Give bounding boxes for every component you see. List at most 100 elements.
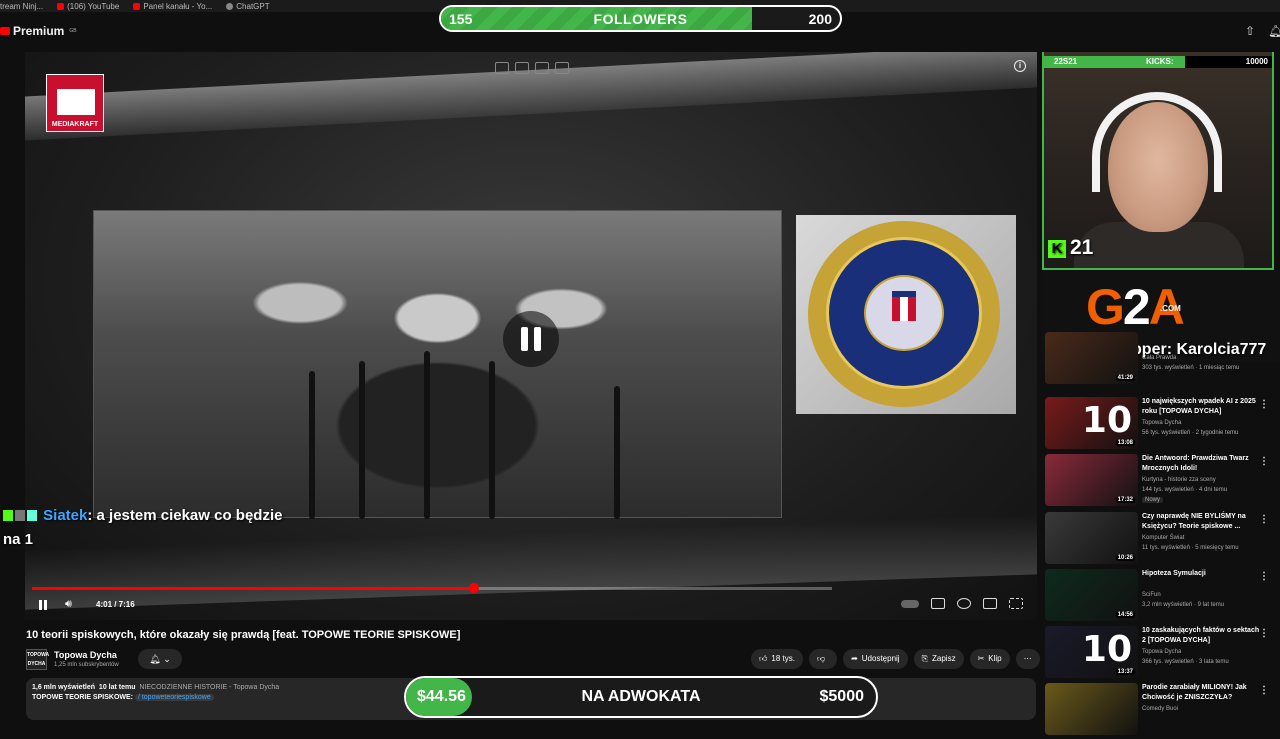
video-thumbnail[interactable] (1045, 683, 1138, 735)
video-thumbnail[interactable]: 41:29 (1045, 332, 1138, 384)
recommendation-item[interactable]: 41:29 Cała Prawda 303 tys. wyświetleń · 1 … (1045, 332, 1280, 388)
video-title[interactable]: 10 największych wpadek AI z 2025 roku [T… (1142, 397, 1264, 417)
player-top-icons (495, 62, 569, 74)
gg-badge-icon (27, 510, 37, 521)
mediakraft-logo: MEDIAKRAFT (46, 74, 104, 132)
thumbs-up-icon: 👍︎ (759, 654, 768, 663)
bookmark-youtube[interactable]: (106) YouTube (57, 2, 119, 11)
channel-name[interactable]: Cała Prawda (1142, 355, 1176, 361)
kick-viewer-count: K 21 (1048, 236, 1093, 260)
video-title[interactable]: Parodie zarabiały MILIONY! Jak Chciwość … (1142, 683, 1264, 703)
youtube-icon (57, 2, 65, 10)
dislike-button[interactable]: 👎︎ (808, 649, 838, 669)
save-button[interactable]: ⎘ Zapisz (913, 649, 964, 669)
time-display: 4:01 / 7:16 (96, 600, 135, 609)
settings-gear-icon[interactable] (957, 598, 971, 609)
more-options-icon[interactable]: ⋮ (1259, 456, 1269, 467)
seal-shield (892, 291, 916, 321)
video-thumbnail[interactable]: 17:32 (1045, 454, 1138, 506)
video-title[interactable]: Hipoteza Symulacji (1142, 569, 1264, 579)
theater-mode-icon[interactable] (983, 598, 997, 609)
recommendation-item[interactable]: 10:26 Czy naprawdę NIE BYLIŚMY na Księżyc… (1045, 512, 1280, 568)
video-duration: 10:26 (1115, 555, 1135, 561)
info-icon[interactable]: i (1014, 60, 1026, 72)
channel-name[interactable]: Kurtyna - historie zza sceny (1142, 477, 1216, 483)
pause-overlay-icon[interactable] (503, 311, 559, 367)
bookmark-channel-panel[interactable]: Panel kanału - Yo... (133, 2, 212, 11)
more-options-icon[interactable]: ⋮ (1259, 571, 1269, 582)
g2a-logo: G2A .COM (1086, 279, 1185, 335)
player-controls-right (901, 598, 1023, 609)
microphone (309, 371, 315, 519)
video-actions: 👍︎ 18 tys. 👎︎ ➦ Udostępnij ⎘ Zapisz ✂ Klip ⋯ (751, 649, 1040, 669)
more-options-icon[interactable]: ⋮ (1259, 514, 1269, 525)
video-meta: 366 tys. wyświetleń · 3 lata temu (1142, 659, 1229, 665)
fullscreen-icon[interactable] (1009, 598, 1023, 609)
sword-badge-icon (15, 510, 25, 521)
new-badge: Nowy (1142, 497, 1164, 503)
channel-name[interactable]: Comedy Buoi (1142, 706, 1178, 712)
channel-name[interactable]: SciFun (1142, 592, 1161, 598)
more-options-icon[interactable]: ⋮ (1259, 685, 1269, 696)
pause-button[interactable] (38, 600, 48, 610)
clip-button[interactable]: ✂ Klip (969, 649, 1010, 669)
followers-target: 200 (808, 11, 832, 27)
upload-icon[interactable]: ⇧ (1243, 24, 1257, 38)
bookmark-label: tream Ninj... (0, 1, 44, 11)
video-thumbnail[interactable]: 10:26 (1045, 512, 1138, 564)
youtube-premium-logo[interactable]: Premium GB (0, 24, 77, 38)
miniplayer-icon[interactable] (495, 62, 509, 74)
youtube-logo-icon (0, 27, 10, 35)
kicks-goal-bar: 22S21 KICKS: 10000 (1044, 56, 1272, 68)
notification-bell-button[interactable]: 🔔︎ ⌄ (138, 649, 182, 669)
bookmark-label: (106) YouTube (67, 1, 120, 11)
next-icon[interactable] (535, 62, 549, 74)
video-title[interactable]: 10 zaskakujących faktów o sektach 2 [TOP… (1142, 626, 1264, 646)
channel-name[interactable]: Topowa Dycha (1142, 420, 1181, 426)
bookmark-label: ChatGPT (236, 1, 270, 11)
thumbnail-number: 10 (1081, 629, 1132, 670)
chat-username: Siatek (43, 507, 88, 524)
microphone (359, 361, 365, 519)
share-icon[interactable] (515, 62, 529, 74)
recommendation-item[interactable]: 10 13:08 10 największych wpadek AI z 2025 … (1045, 397, 1280, 453)
volume-icon[interactable]: 🔊︎ (65, 598, 72, 611)
more-options-icon[interactable]: ⋮ (1259, 628, 1269, 639)
channel-name[interactable]: Topowa Dycha (54, 650, 117, 660)
video-thumbnail[interactable]: 10 13:08 (1045, 397, 1138, 449)
share-button[interactable]: ➦ Udostępnij (843, 649, 908, 669)
recommendation-item[interactable]: 14:56 Hipoteza Symulacji SciFun 3,2 mln wyś… (1045, 569, 1280, 625)
more-options-icon[interactable]: ⋮ (1259, 399, 1269, 410)
chatgpt-icon (226, 2, 234, 10)
autoplay-toggle[interactable] (901, 599, 919, 608)
recommendation-item[interactable]: 17:32 Die Antwoord: Prawdziwa Twarz Mrocz… (1045, 454, 1280, 510)
channel-avatar[interactable]: TOPOWA DYCHA (26, 649, 49, 670)
video-duration: 14:56 (1115, 612, 1135, 618)
like-count: 18 tys. (771, 654, 795, 663)
video-title[interactable]: Czy naprawdę NIE BYLIŚMY na Księżycu? Te… (1142, 512, 1264, 532)
video-thumbnail[interactable]: 14:56 (1045, 569, 1138, 621)
bookmark-stream-ninja[interactable]: tream Ninj... (0, 2, 43, 11)
kick-logo-icon: K (1048, 240, 1066, 258)
microphone (424, 351, 430, 519)
channel-tag-link[interactable]: / topoweteoriespiskowe (134, 694, 214, 701)
notifications-icon[interactable]: 🔔︎ (1268, 24, 1280, 38)
subtitles-icon[interactable] (931, 598, 945, 609)
video-meta: 3,2 mln wyświetleń · 9 lat temu (1142, 602, 1225, 608)
kicks-target: 10000 (1245, 57, 1268, 66)
like-button[interactable]: 👍︎ 18 tys. (751, 649, 803, 669)
channel-name[interactable]: Topowa Dycha (1142, 649, 1181, 655)
bookmark-chatgpt[interactable]: ChatGPT (226, 1, 270, 11)
kick-count-value: 21 (1070, 236, 1094, 259)
thumbs-down-icon: 👎︎ (816, 654, 826, 663)
recommendation-item[interactable]: 10 13:37 10 zaskakujących faktów o sektach… (1045, 626, 1280, 682)
video-duration: 13:37 (1115, 669, 1135, 675)
recommendation-item[interactable]: Parodie zarabiały MILIONY! Jak Chciwość … (1045, 683, 1280, 739)
box-icon[interactable] (555, 62, 569, 74)
video-thumbnail[interactable]: 10 13:37 (1045, 626, 1138, 678)
channel-name[interactable]: Komputer Świat (1142, 535, 1184, 541)
more-actions-button[interactable]: ⋯ (1015, 649, 1040, 669)
donation-goal-bar: $44.56 NA ADWOKATA $5000 (404, 676, 878, 718)
video-progress-bar[interactable] (32, 583, 832, 593)
video-title[interactable]: Die Antwoord: Prawdziwa Twarz Mrocznych … (1142, 454, 1264, 474)
